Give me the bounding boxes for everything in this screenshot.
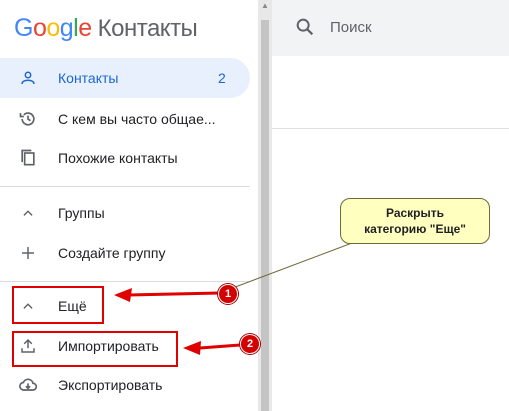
callout-line-1: Раскрыть [385,206,445,220]
annotation-callout: Раскрыть категорию "Еще" [340,198,490,244]
callout-pointer-line [221,239,361,293]
arrow-2-head [183,341,201,355]
arrow-1-shaft [127,291,221,297]
step-badge-2: 2 [240,334,260,354]
callout-line-2: категорию "Еще" [364,222,466,236]
arrow-1-head [114,288,132,302]
step-badge-1: 1 [218,284,238,304]
arrow-2-shaft [199,343,241,350]
